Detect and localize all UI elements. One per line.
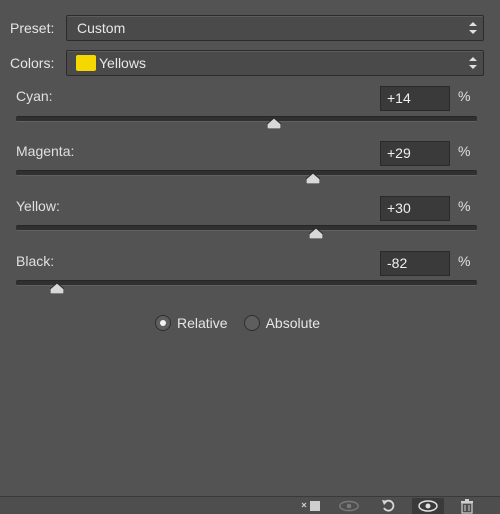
absolute-label[interactable]: Absolute (266, 315, 320, 331)
select-arrows-icon (469, 22, 477, 34)
colors-value: Yellows (99, 55, 146, 71)
delete-icon[interactable] (456, 498, 478, 514)
yellow-unit: % (458, 198, 471, 214)
magenta-unit: % (458, 143, 471, 159)
method-radio-group: Relative Absolute (155, 315, 320, 331)
magenta-input[interactable]: +29 (380, 141, 450, 166)
yellow-slider-thumb[interactable] (308, 228, 323, 239)
yellow-slider-track[interactable] (16, 225, 477, 231)
black-slider-track[interactable] (16, 280, 477, 286)
cyan-unit: % (458, 88, 471, 104)
yellow-label: Yellow: (16, 198, 60, 214)
yellow-input[interactable]: +30 (380, 196, 450, 221)
relative-label[interactable]: Relative (177, 315, 228, 331)
bottom-toolbar (0, 496, 500, 514)
cyan-label: Cyan: (16, 88, 53, 104)
radio-selected-dot (160, 320, 166, 326)
clip-to-layer-icon[interactable] (300, 498, 322, 514)
black-input[interactable]: -82 (380, 251, 450, 276)
absolute-radio[interactable] (243, 315, 260, 331)
cyan-slider-track[interactable] (16, 116, 477, 122)
cyan-input[interactable]: +14 (380, 86, 450, 111)
color-swatch (76, 55, 96, 71)
relative-radio[interactable] (155, 315, 171, 331)
preset-label: Preset: (10, 20, 55, 36)
preset-select[interactable]: Custom (66, 15, 484, 41)
black-unit: % (458, 253, 471, 269)
preset-value: Custom (77, 20, 126, 36)
view-previous-state-icon[interactable] (338, 498, 360, 514)
colors-select[interactable]: Yellows (66, 50, 484, 76)
reset-icon[interactable] (378, 498, 400, 514)
magenta-label: Magenta: (16, 143, 75, 159)
cyan-slider-thumb[interactable] (267, 118, 282, 129)
black-label: Black: (16, 253, 55, 269)
colors-label: Colors: (10, 55, 55, 71)
select-arrows-icon (469, 57, 477, 69)
magenta-slider-track[interactable] (16, 170, 477, 176)
toggle-visibility-icon[interactable] (412, 498, 444, 514)
black-slider-thumb[interactable] (50, 283, 65, 294)
magenta-slider-thumb[interactable] (306, 173, 321, 184)
